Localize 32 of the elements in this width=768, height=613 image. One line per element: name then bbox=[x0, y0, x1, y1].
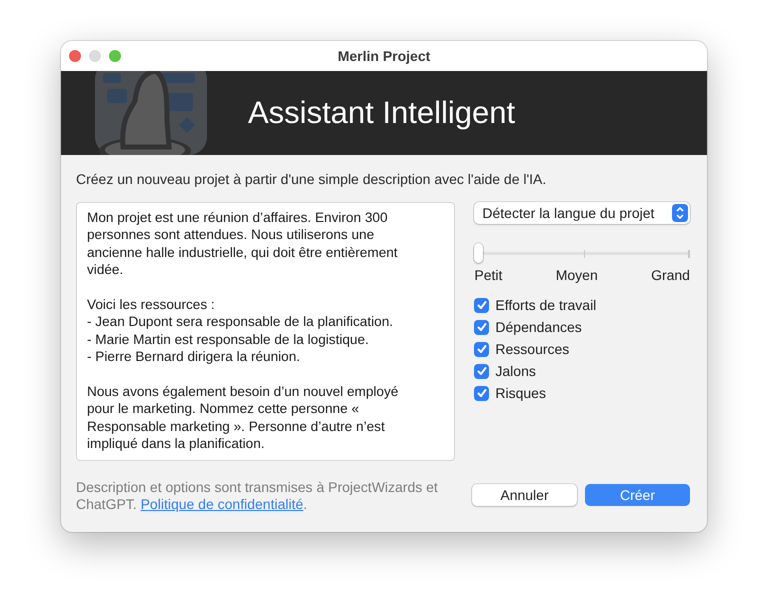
privacy-note: Description et options sont transmises à ProjectWizards et ChatGPT. Politique de confidentialité. bbox=[76, 479, 439, 513]
privacy-link[interactable]: Politique de confidentialité bbox=[140, 496, 304, 512]
checkmark-icon bbox=[474, 386, 489, 400]
checkbox[interactable] bbox=[474, 386, 490, 400]
language-select[interactable]: Détecter la langue du projet bbox=[474, 202, 690, 224]
slider-label: Grand bbox=[651, 267, 690, 283]
checkbox-label: Dépendances bbox=[495, 319, 582, 335]
cancel-button[interactable]: Annuler bbox=[472, 484, 577, 506]
checkmark-icon bbox=[474, 342, 489, 356]
create-button[interactable]: Créer bbox=[585, 484, 690, 506]
checkbox[interactable] bbox=[474, 320, 490, 334]
checkbox[interactable] bbox=[474, 364, 490, 378]
checkmark-icon bbox=[474, 320, 489, 334]
zoom-button[interactable] bbox=[109, 50, 121, 62]
window-title: Merlin Project bbox=[338, 48, 430, 64]
description-field[interactable]: Mon projet est une réunion d’affaires. Environ 300 personnes sont attendues. Nous utiliserons une ancienne halle industrielle, qui doit être entièrement vidée. Voici les ressources : - Jean Dupont sera responsable de la planification. - Marie Martin est responsable de la logistique. - Pierre Bernard dirigera la réunion. Nous avons également besoin d’un nouvel employé pour le marketing. Nommez cette personne « Responsable marketing ». Personne d’autre n’est impliqué dans la planification. bbox=[76, 202, 456, 461]
checkbox-label: Ressources bbox=[495, 341, 570, 357]
slider-thumb[interactable] bbox=[474, 243, 484, 263]
slider-label: Petit bbox=[474, 267, 502, 283]
size-slider[interactable] bbox=[474, 244, 690, 264]
stepper-icon bbox=[672, 204, 688, 222]
checkbox-label: Jalons bbox=[495, 363, 536, 379]
checkmark-icon bbox=[474, 298, 489, 312]
checkbox-label: Risques bbox=[495, 385, 546, 401]
close-button[interactable] bbox=[69, 50, 81, 62]
checkmark-icon bbox=[474, 364, 489, 378]
intro-text: Créez un nouveau projet à partir d'une simple description avec l'aide de l'IA. bbox=[76, 171, 548, 187]
header-title: Assistant Intelligent bbox=[248, 95, 516, 131]
slider-label: Moyen bbox=[556, 267, 598, 283]
checkbox-label: Efforts de travail bbox=[495, 297, 596, 313]
checkbox[interactable] bbox=[474, 342, 490, 356]
checkbox[interactable] bbox=[474, 298, 490, 312]
